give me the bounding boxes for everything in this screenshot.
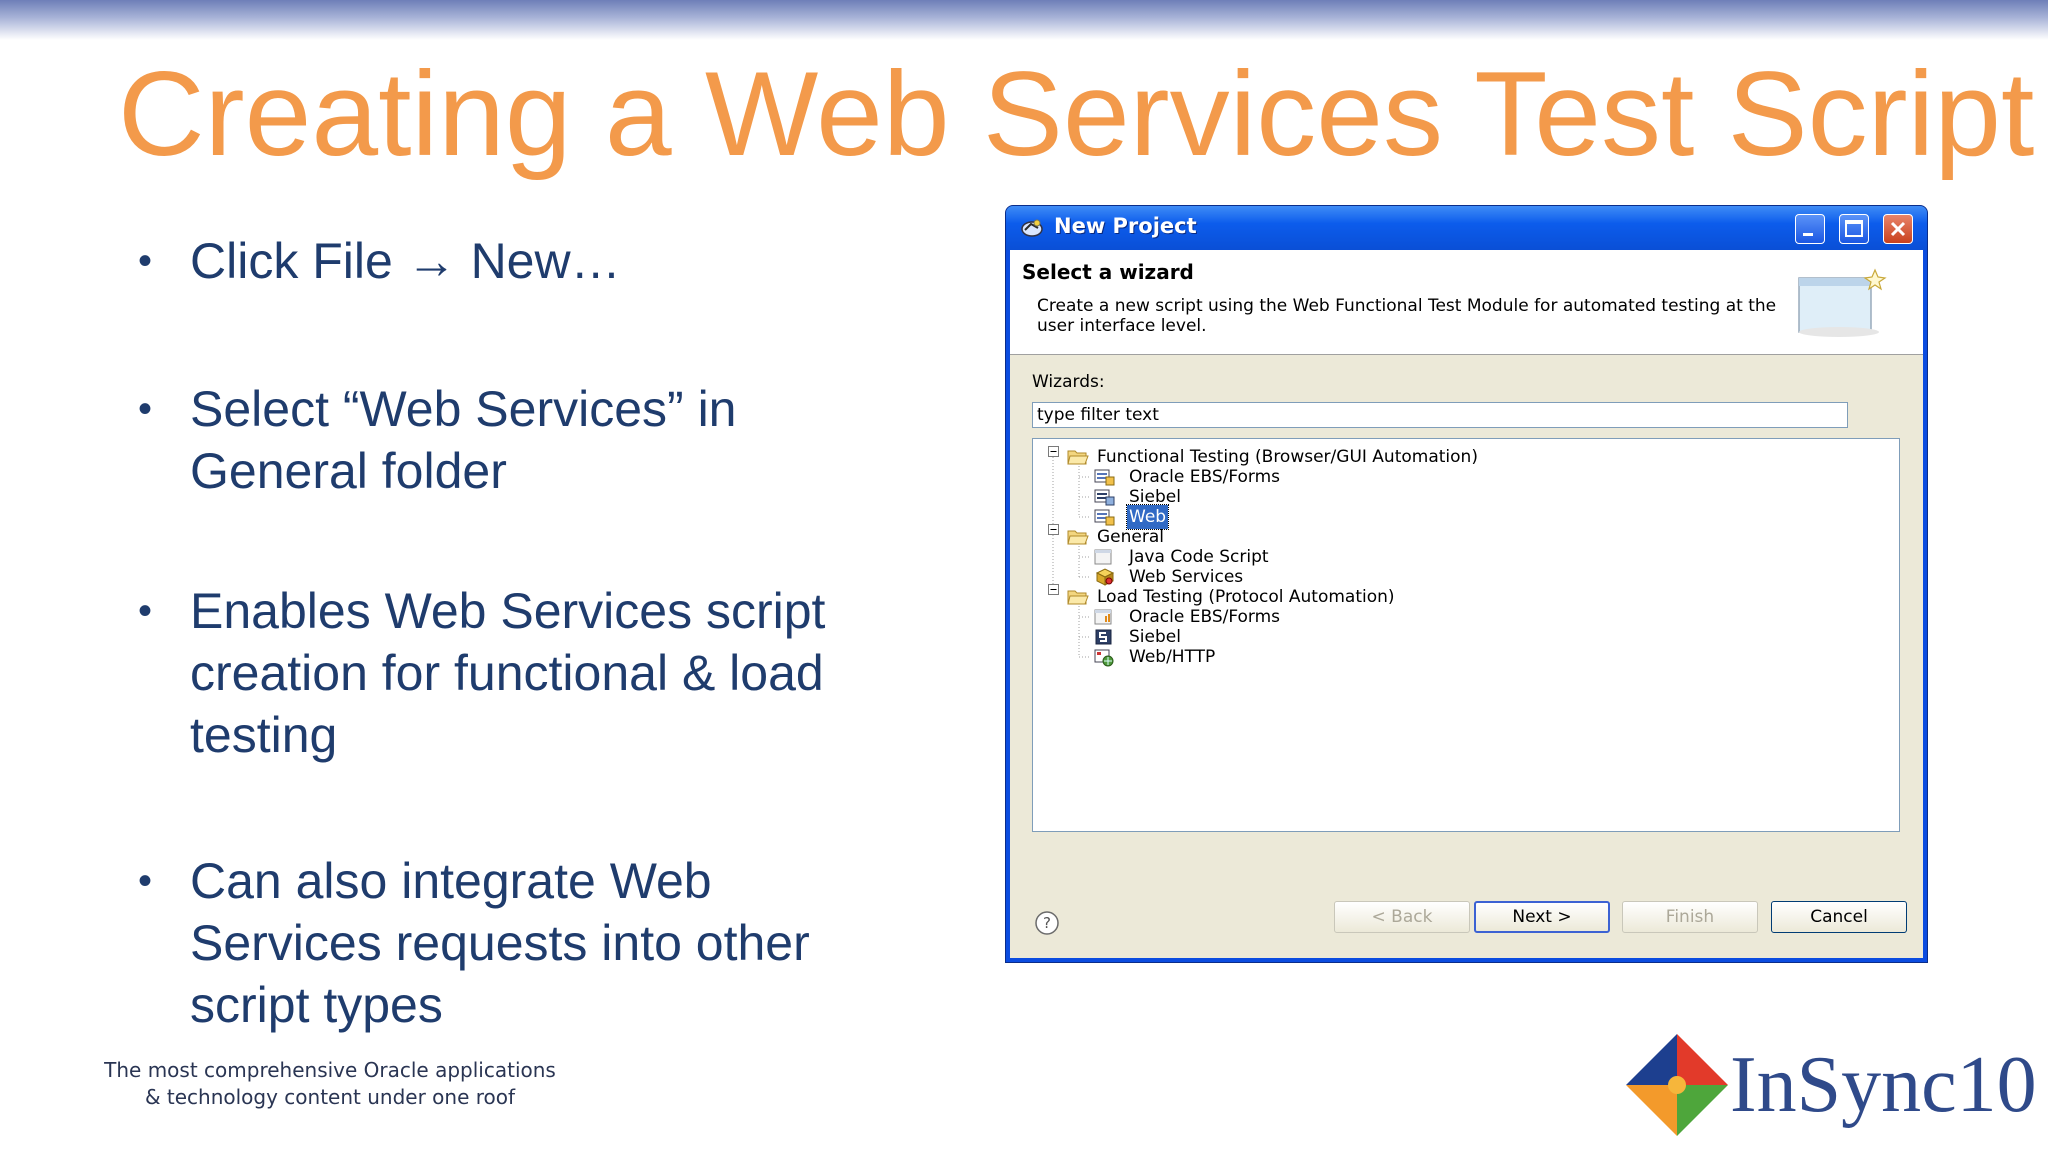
svg-text:?: ?	[1043, 914, 1051, 932]
insync-logo: InSync10	[1622, 1030, 2037, 1140]
minimize-button[interactable]	[1795, 214, 1825, 244]
bullet-text: Select “Web Services” in General folder	[190, 381, 737, 499]
dialog-body: Select a wizard Create a new script usin…	[1010, 250, 1923, 958]
bullet-dot: •	[138, 239, 153, 283]
web-http-icon	[1094, 649, 1114, 667]
project-wizard-icon	[1021, 219, 1043, 237]
back-button[interactable]: < Back	[1334, 901, 1470, 933]
top-gradient-band	[0, 0, 2048, 40]
wizards-label: Wizards:	[1032, 372, 1105, 392]
functional-script-icon	[1094, 509, 1115, 526]
tree-node-label: Web/HTTP	[1129, 647, 1216, 667]
new-project-dialog: New Project Select a wizard Create a new…	[1005, 205, 1928, 963]
wizard-header-title: Select a wizard	[1022, 260, 1194, 284]
close-button[interactable]	[1883, 214, 1913, 244]
slide-title: Creating a Web Services Test Script	[118, 47, 2035, 181]
wizard-header: Select a wizard Create a new script usin…	[1010, 250, 1923, 355]
load-script-icon	[1094, 609, 1112, 625]
wizard-tree[interactable]: Functional Testing (Browser/GUI Automati…	[1032, 438, 1900, 832]
finish-button[interactable]: Finish	[1622, 901, 1758, 933]
wizard-filter-input[interactable]	[1032, 402, 1848, 428]
maximize-icon	[1845, 220, 1863, 237]
collapse-toggle-icon[interactable]	[1048, 584, 1059, 595]
collapse-toggle-icon[interactable]	[1048, 524, 1059, 535]
wizard-header-description: Create a new script using the Web Functi…	[1037, 296, 1777, 336]
bullet-dot: •	[138, 859, 153, 903]
cancel-button[interactable]: Cancel	[1771, 901, 1907, 933]
dialog-title: New Project	[1054, 214, 1197, 238]
logo-text: InSync10	[1730, 1041, 2037, 1129]
logo-diamond-icon	[1626, 1034, 1728, 1136]
bullet-text: Can also integrate Web Services requests…	[190, 853, 810, 1033]
collapse-toggle-icon[interactable]	[1048, 446, 1059, 457]
functional-script-icon	[1094, 469, 1115, 486]
folder-open-icon	[1067, 450, 1089, 465]
bullet-dot: •	[138, 589, 153, 633]
wizard-banner-icon	[1798, 268, 1887, 337]
next-button[interactable]: Next >	[1474, 901, 1610, 933]
functional-script-icon	[1094, 489, 1115, 506]
web-services-icon	[1095, 568, 1115, 586]
folder-open-icon	[1067, 530, 1089, 545]
close-icon	[1890, 221, 1906, 237]
minimize-icon	[1803, 233, 1813, 236]
folder-open-icon	[1067, 590, 1089, 605]
bullet-dot: •	[138, 387, 153, 431]
dialog-titlebar[interactable]: New Project	[1006, 206, 1927, 250]
help-icon[interactable]: ?	[1034, 910, 1060, 936]
footer-tagline: The most comprehensive Oracle applicatio…	[104, 1058, 556, 1109]
maximize-button[interactable]	[1839, 214, 1869, 244]
bullet-text: Click File → New…	[190, 233, 621, 289]
bullet-text: Enables Web Services script creation for…	[190, 583, 826, 763]
load-script-icon	[1095, 629, 1112, 645]
java-script-icon	[1094, 549, 1112, 565]
